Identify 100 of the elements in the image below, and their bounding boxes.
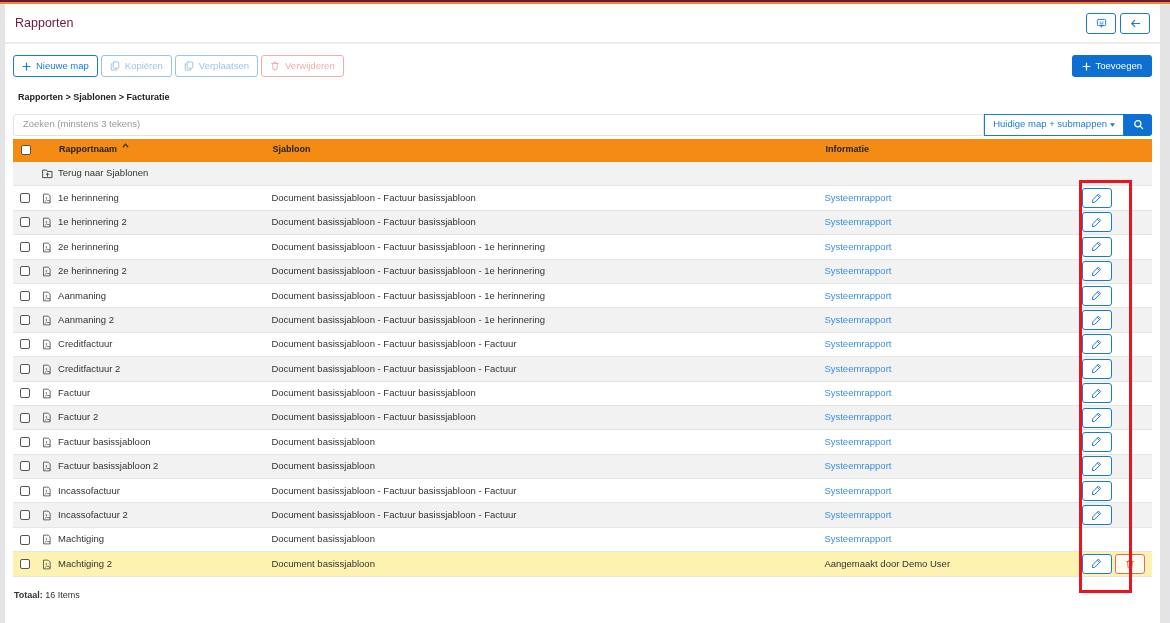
pencil-icon xyxy=(1091,216,1103,228)
info-text: Aangemaakt door Demo User xyxy=(824,557,951,569)
row-checkbox[interactable] xyxy=(20,290,30,301)
template-name: Document basissjabloon xyxy=(271,557,375,569)
report-name: Factuur 2 xyxy=(58,411,99,423)
row-checkbox[interactable] xyxy=(20,363,30,374)
row-checkbox[interactable] xyxy=(20,217,30,228)
row-checkbox[interactable] xyxy=(20,315,30,326)
image-file-icon xyxy=(42,192,53,204)
row-checkbox[interactable] xyxy=(20,412,30,423)
info-link[interactable]: Systeemrapport xyxy=(824,509,892,521)
report-name: Factuur xyxy=(58,387,91,399)
template-name: Document basissjabloon - Factuur basissjabloon - 1e herinnering xyxy=(271,265,545,277)
image-file-icon xyxy=(42,461,53,473)
row-checkbox[interactable] xyxy=(20,461,30,472)
pencil-icon xyxy=(1091,460,1103,472)
search-icon xyxy=(1132,119,1144,130)
info-link[interactable]: Systeemrapport xyxy=(824,387,892,399)
info-link[interactable]: Systeemrapport xyxy=(824,191,892,203)
chat-icon xyxy=(1095,17,1107,29)
folder-up-icon xyxy=(42,168,54,180)
caret-icon xyxy=(1110,122,1115,127)
image-file-icon xyxy=(42,558,53,570)
select-all-checkbox[interactable] xyxy=(21,145,31,155)
report-name: Aanmaning 2 xyxy=(58,313,115,325)
report-name: 1e herinnering 2 xyxy=(58,216,127,228)
template-name: Document basissjabloon xyxy=(271,533,375,545)
info-link[interactable]: Systeemrapport xyxy=(824,289,892,301)
edit-button[interactable] xyxy=(1081,505,1112,526)
edit-button[interactable] xyxy=(1081,334,1112,355)
search-field[interactable]: Zoeken (minstens 3 tekens) xyxy=(13,113,985,136)
template-name: Document basissjabloon xyxy=(271,435,375,447)
edit-button[interactable] xyxy=(1081,236,1112,257)
copy-icon xyxy=(109,61,120,71)
edit-button[interactable] xyxy=(1081,188,1112,209)
column-header: Rapportnaam xyxy=(59,144,118,155)
sort-icon xyxy=(122,143,130,149)
row-checkbox[interactable] xyxy=(20,266,30,277)
template-name: Document basissjabloon - Factuur basissjabloon - 1e herinnering xyxy=(271,240,545,252)
edit-button[interactable] xyxy=(1081,456,1112,477)
edit-button[interactable] xyxy=(1081,285,1112,306)
info-link[interactable]: Systeemrapport xyxy=(824,533,892,545)
row-checkbox[interactable] xyxy=(20,339,30,350)
info-link[interactable]: Systeemrapport xyxy=(824,484,892,496)
report-name: Factuur basissjabloon 2 xyxy=(58,460,159,472)
row-checkbox[interactable] xyxy=(20,437,30,447)
template-name: Document basissjabloon - Factuur basissjabloon - 1e herinnering xyxy=(271,289,545,301)
report-name: Machtiging 2 xyxy=(58,557,112,569)
edit-button[interactable] xyxy=(1081,480,1112,501)
column-header: Informatie xyxy=(825,144,869,155)
template-name: Document basissjabloon - Factuur basissjabloon xyxy=(271,411,476,423)
trash-icon xyxy=(270,61,281,71)
image-file-icon xyxy=(42,412,53,424)
pencil-icon xyxy=(1091,363,1103,375)
info-link[interactable]: Systeemrapport xyxy=(824,362,892,374)
new-folder-button[interactable]: Nieuwe map xyxy=(13,55,98,77)
edit-button[interactable] xyxy=(1081,261,1112,282)
column-header: Sjabloon xyxy=(272,144,311,155)
image-file-icon xyxy=(42,485,53,497)
search-button[interactable] xyxy=(1124,113,1152,136)
back-button[interactable] xyxy=(1120,12,1150,34)
add-button[interactable]: Toevoegen xyxy=(1071,55,1152,77)
edit-button[interactable] xyxy=(1081,383,1112,404)
info-link[interactable]: Systeemrapport xyxy=(824,313,892,325)
total-count: Totaal: 16 Items xyxy=(14,588,81,602)
row-checkbox[interactable] xyxy=(20,558,30,569)
image-file-icon xyxy=(42,534,53,546)
info-link[interactable]: Systeemrapport xyxy=(824,240,892,252)
edit-button[interactable] xyxy=(1081,310,1112,331)
report-name: 1e herinnering xyxy=(58,191,119,203)
image-file-icon xyxy=(42,388,53,400)
info-link[interactable]: Systeemrapport xyxy=(824,411,892,423)
trash-icon xyxy=(1124,558,1135,569)
back-link[interactable]: Terug naar Sjablonen xyxy=(58,167,149,179)
info-link[interactable]: Systeemrapport xyxy=(824,435,892,447)
row-checkbox[interactable] xyxy=(20,241,30,252)
edit-button[interactable] xyxy=(1081,212,1112,233)
row-checkbox[interactable] xyxy=(20,485,30,496)
scope-dropdown[interactable]: Huidige map + submappen xyxy=(984,113,1124,136)
edit-button[interactable] xyxy=(1081,407,1112,428)
edit-button[interactable] xyxy=(1081,553,1112,574)
image-file-icon xyxy=(42,339,53,351)
edit-button[interactable] xyxy=(1081,358,1112,379)
feedback-button[interactable] xyxy=(1086,12,1116,34)
row-checkbox[interactable] xyxy=(20,534,30,545)
row-checkbox[interactable] xyxy=(20,388,30,399)
row-checkbox[interactable] xyxy=(20,193,30,204)
copy-icon xyxy=(183,61,194,71)
info-link[interactable]: Systeemrapport xyxy=(824,265,892,277)
report-name: Creditfactuur xyxy=(58,338,113,350)
pencil-icon xyxy=(1091,290,1103,302)
report-name: Incassofactuur xyxy=(58,484,120,496)
info-link[interactable]: Systeemrapport xyxy=(824,216,892,228)
row-checkbox[interactable] xyxy=(20,510,30,521)
plus-icon xyxy=(22,61,31,71)
info-link[interactable]: Systeemrapport xyxy=(824,460,892,472)
plus-icon xyxy=(1081,61,1091,71)
info-link[interactable]: Systeemrapport xyxy=(824,338,892,350)
pencil-icon xyxy=(1091,387,1103,399)
edit-button[interactable] xyxy=(1081,432,1112,452)
